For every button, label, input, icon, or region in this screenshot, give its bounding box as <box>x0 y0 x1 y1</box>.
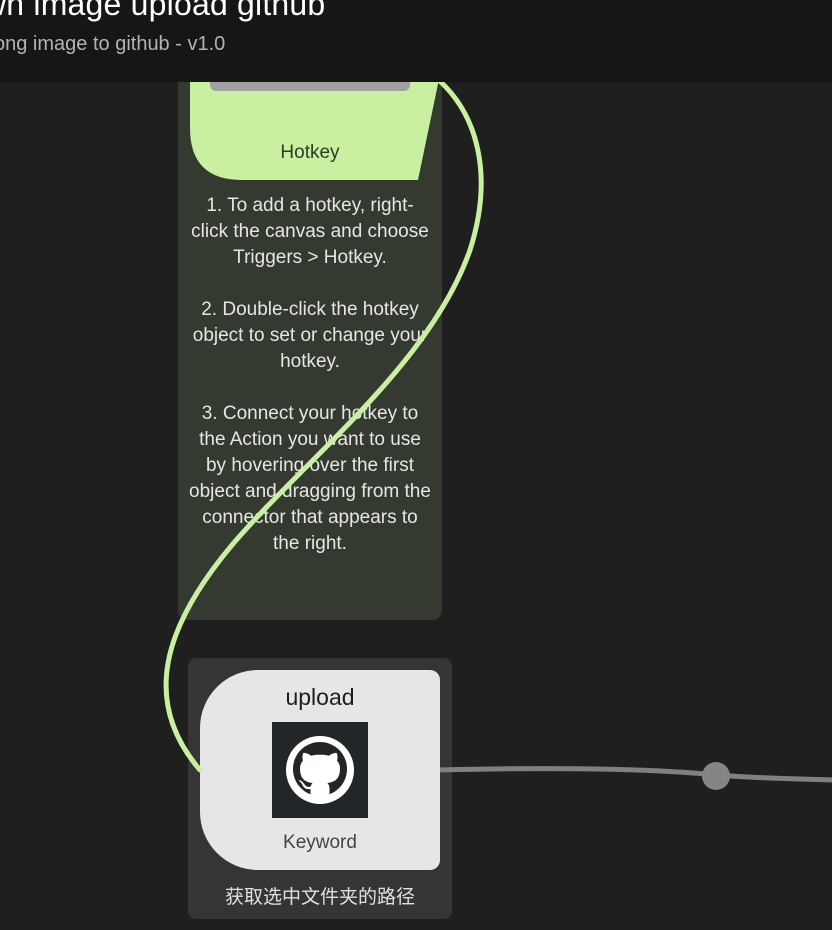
keyword-output-connection <box>439 766 832 783</box>
hotkey-label: Hotkey <box>280 142 340 163</box>
note-paragraph-2: 2. Double-click the hotkey object to set… <box>192 299 428 372</box>
connection-drag-handle[interactable] <box>702 762 730 790</box>
keyword-input-object[interactable]: upload Keyword <box>200 670 440 870</box>
workflow-title: wn image upload github <box>0 0 326 22</box>
hotkey-note-text: 1. To add a hotkey, right-click the canv… <box>178 193 442 557</box>
note-paragraph-1: 1. To add a hotkey, right-click the canv… <box>191 195 429 268</box>
workflow-subtitle: ong image to github - v1.0 <box>0 33 226 55</box>
github-icon <box>272 722 368 818</box>
keyword-description: 获取选中文件夹的路径 <box>224 886 415 908</box>
keyword-title: upload <box>285 684 355 710</box>
keyword-type-label: Keyword <box>283 832 357 853</box>
workflow-canvas[interactable]: wn image upload github ong image to gith… <box>0 0 832 930</box>
note-paragraph-3: 3. Connect your hotkey to the Action you… <box>189 403 431 554</box>
workflow-header: wn image upload github ong image to gith… <box>0 0 832 82</box>
